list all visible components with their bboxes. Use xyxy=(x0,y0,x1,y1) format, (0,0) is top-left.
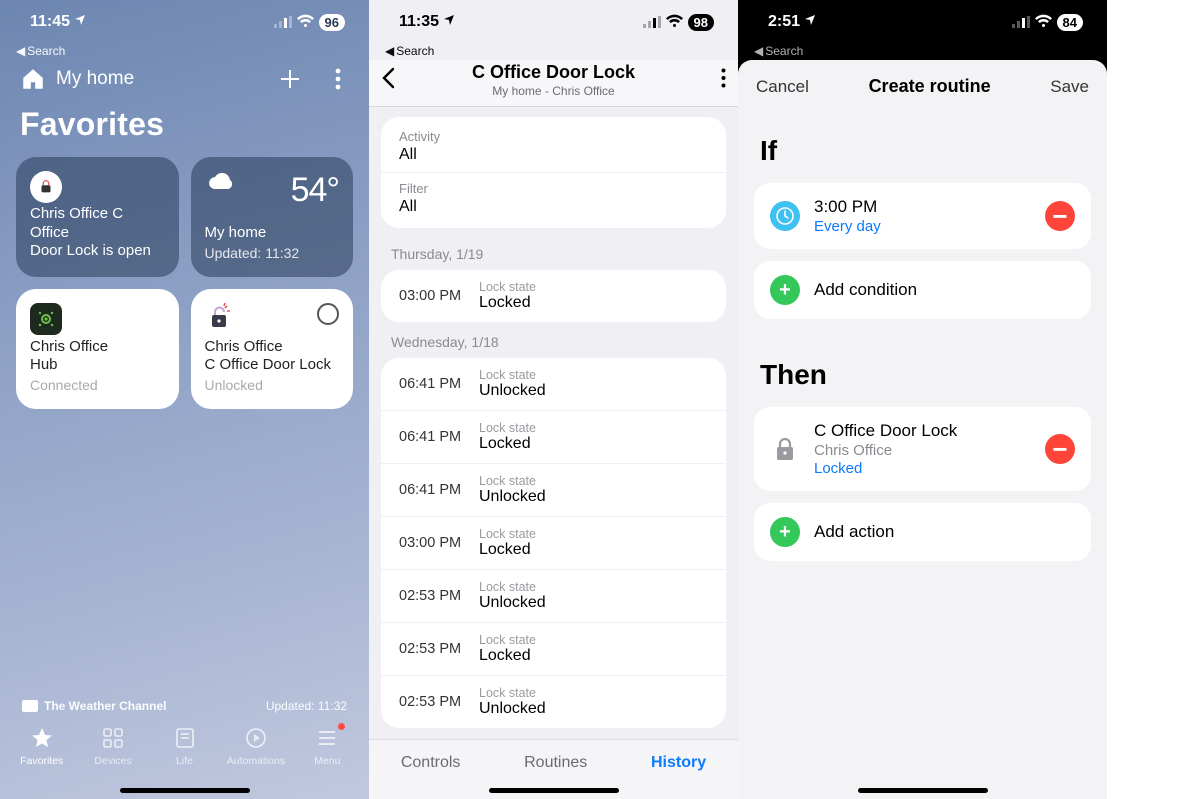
status-time: 11:45 xyxy=(30,13,70,31)
date-header: Thursday, 1/19 xyxy=(369,234,738,270)
wifi-icon xyxy=(1035,16,1052,28)
modal-sheet: Cancel Create routine Save If 3:00 PM Ev… xyxy=(738,60,1107,799)
chevron-left-icon: ◀︎ xyxy=(754,44,763,58)
home-indicator[interactable] xyxy=(120,788,250,793)
date-header: Wednesday, 1/18 xyxy=(369,322,738,358)
status-bar: 2:51 84 xyxy=(738,0,1107,44)
home-selector[interactable]: My home xyxy=(20,66,134,92)
cloud-icon xyxy=(205,171,235,198)
back-to-search[interactable]: ◀︎ Search xyxy=(0,44,369,60)
history-event[interactable]: 02:53 PMLock stateLocked xyxy=(381,622,726,675)
if-section-title: If xyxy=(738,107,1107,183)
tab-history[interactable]: History xyxy=(651,754,706,772)
history-event[interactable]: 06:41 PMLock stateLocked xyxy=(381,410,726,463)
device-subtitle: My home - Chris Office xyxy=(413,84,694,98)
event-list: 06:41 PMLock stateUnlocked 06:41 PMLock … xyxy=(381,358,726,728)
create-routine-screen: 2:51 84 ◀︎ Search Cancel Create routine … xyxy=(738,0,1107,799)
then-action-lock[interactable]: C Office Door Lock Chris Office Locked − xyxy=(754,407,1091,491)
device-nav: C Office Door Lock My home - Chris Offic… xyxy=(369,60,738,107)
location-icon xyxy=(74,13,86,31)
chevron-left-icon: ◀︎ xyxy=(16,44,25,58)
star-icon xyxy=(29,725,55,751)
filter-filter[interactable]: Filter All xyxy=(381,172,726,224)
history-event[interactable]: 02:53 PMLock stateUnlocked xyxy=(381,675,726,728)
battery-badge: 98 xyxy=(688,14,714,31)
back-to-search[interactable]: ◀︎ Search xyxy=(738,44,1107,60)
location-icon xyxy=(804,13,816,31)
activity-filter[interactable]: Activity All xyxy=(381,121,726,172)
plus-icon: + xyxy=(770,275,800,305)
lock-alert-icon xyxy=(30,171,62,203)
location-icon xyxy=(443,13,455,31)
more-icon[interactable] xyxy=(694,68,726,93)
twc-logo-icon xyxy=(22,700,38,712)
history-event[interactable]: 03:00 PM Lock state Locked xyxy=(381,270,726,322)
sheet-title: Create routine xyxy=(869,76,991,97)
plus-icon: + xyxy=(770,517,800,547)
cellular-icon xyxy=(274,16,292,28)
remove-condition-button[interactable]: − xyxy=(1045,201,1075,231)
automations-icon xyxy=(243,725,269,751)
status-time: 2:51 xyxy=(768,13,800,31)
tab-routines[interactable]: Routines xyxy=(524,754,587,772)
history-filters: Activity All Filter All xyxy=(381,117,726,228)
cancel-button[interactable]: Cancel xyxy=(756,77,809,97)
updated-label: Updated: 11:32 xyxy=(266,699,347,713)
home-indicator[interactable] xyxy=(489,788,619,793)
then-section-title: Then xyxy=(738,331,1107,407)
menu-icon xyxy=(314,725,340,751)
devices-icon xyxy=(100,725,126,751)
tab-menu[interactable]: Menu xyxy=(292,725,363,799)
life-icon xyxy=(172,725,198,751)
add-button[interactable] xyxy=(277,66,303,92)
page-title: Favorites xyxy=(0,96,369,157)
battery-badge: 96 xyxy=(319,14,345,31)
back-to-search[interactable]: ◀︎ Search xyxy=(369,44,738,60)
tab-controls[interactable]: Controls xyxy=(401,754,461,772)
history-event[interactable]: 06:41 PMLock stateUnlocked xyxy=(381,358,726,410)
weather-attribution: The Weather Channel xyxy=(22,699,166,713)
tab-bar: Favorites Devices Life Automations Menu xyxy=(0,717,369,799)
wifi-icon xyxy=(666,16,683,28)
back-button[interactable] xyxy=(381,64,413,96)
history-screen: 11:35 98 ◀︎ Search C Office Door Lock My… xyxy=(369,0,738,799)
tab-favorites[interactable]: Favorites xyxy=(6,725,77,799)
status-time: 11:35 xyxy=(399,13,439,31)
chevron-left-icon: ◀︎ xyxy=(385,44,394,58)
device-title: C Office Door Lock xyxy=(413,62,694,83)
lock-icon xyxy=(770,434,800,464)
home-icon xyxy=(20,66,46,92)
alert-card[interactable]: Chris Office C Office Door Lock is open xyxy=(16,157,179,277)
home-indicator[interactable] xyxy=(858,788,988,793)
battery-badge: 84 xyxy=(1057,14,1083,31)
sheet-nav: Cancel Create routine Save xyxy=(738,60,1107,107)
weather-card[interactable]: 54° My home Updated: 11:32 xyxy=(191,157,354,277)
toggle-ring[interactable] xyxy=(317,303,339,325)
hub-icon xyxy=(30,303,62,335)
status-bar: 11:35 98 xyxy=(369,0,738,44)
favorites-screen: 11:45 96 ◀︎ Search My home xyxy=(0,0,369,799)
lock-open-icon xyxy=(205,303,235,336)
history-event[interactable]: 02:53 PMLock stateUnlocked xyxy=(381,569,726,622)
hub-card[interactable]: Chris Office Hub Connected xyxy=(16,289,179,409)
add-condition-button[interactable]: + Add condition xyxy=(754,261,1091,319)
lock-card[interactable]: Chris Office C Office Door Lock Unlocked xyxy=(191,289,354,409)
event-list: 03:00 PM Lock state Locked xyxy=(381,270,726,322)
wifi-icon xyxy=(297,16,314,28)
history-event[interactable]: 03:00 PMLock stateLocked xyxy=(381,516,726,569)
temperature: 54° xyxy=(291,171,339,210)
cellular-icon xyxy=(1012,16,1030,28)
status-bar: 11:45 96 xyxy=(0,0,369,44)
cellular-icon xyxy=(643,16,661,28)
history-event[interactable]: 06:41 PMLock stateUnlocked xyxy=(381,463,726,516)
if-time-condition[interactable]: 3:00 PM Every day − xyxy=(754,183,1091,249)
remove-action-button[interactable]: − xyxy=(1045,434,1075,464)
add-action-button[interactable]: + Add action xyxy=(754,503,1091,561)
more-icon[interactable] xyxy=(325,66,351,92)
clock-icon xyxy=(770,201,800,231)
save-button[interactable]: Save xyxy=(1050,77,1089,97)
